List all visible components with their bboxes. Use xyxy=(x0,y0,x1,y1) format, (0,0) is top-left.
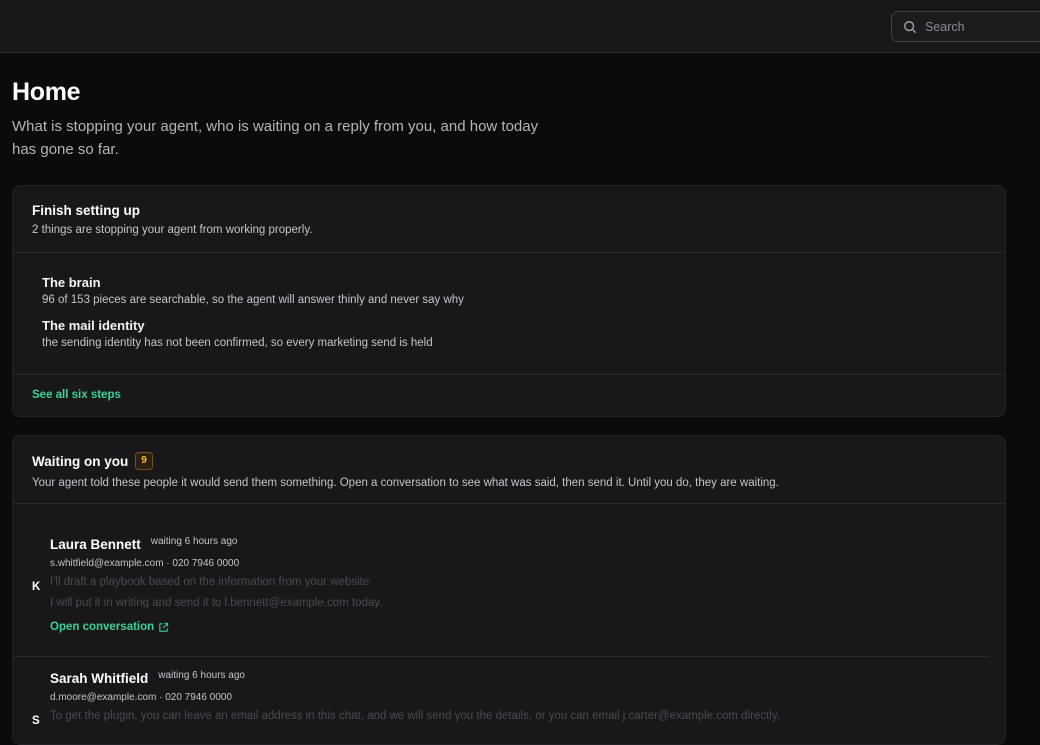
open-conversation-label: Open conversation xyxy=(50,621,155,633)
open-conversation-link[interactable]: Open conversation xyxy=(50,621,169,633)
page-title: Home xyxy=(12,78,81,106)
contact-name: Sarah Whitfield xyxy=(50,671,149,686)
search-icon xyxy=(904,20,917,33)
contact-details: s.whitfield@example.com · 020 7946 0000 xyxy=(50,558,240,569)
setup-step-list: The brain 96 of 153 pieces are searchabl… xyxy=(13,253,1005,374)
external-link-icon xyxy=(159,622,169,632)
setup-step-name: The mail identity xyxy=(42,318,145,333)
setup-step: The mail identity the sending identity h… xyxy=(42,318,976,349)
setup-step: The brain 96 of 153 pieces are searchabl… xyxy=(42,275,976,306)
waiting-conversation-item: S Sarah Whitfield waiting 6 hours ago d.… xyxy=(13,657,989,727)
waiting-conversation-item: K Laura Bennett waiting 6 hours ago s.wh… xyxy=(13,504,989,657)
page-subtitle: What is stopping your agent, who is wait… xyxy=(12,118,539,158)
setup-step-detail: 96 of 153 pieces are searchable, so the … xyxy=(42,294,464,306)
finish-setup-card: Finish setting up 2 things are stopping … xyxy=(12,185,1006,417)
search-input[interactable] xyxy=(925,19,1035,34)
message-preview: To get the plugin, you can leave an emai… xyxy=(50,710,780,722)
contact-details: d.moore@example.com · 020 7946 0000 xyxy=(50,692,232,703)
waiting-time: waiting 6 hours ago xyxy=(150,536,238,547)
top-bar xyxy=(0,0,1040,53)
see-all-steps-link[interactable]: See all six steps xyxy=(13,375,1005,415)
search-box[interactable] xyxy=(891,11,1040,42)
waiting-on-you-card: Waiting on you 9 Your agent told these p… xyxy=(12,435,1006,745)
avatar: K xyxy=(32,581,41,593)
message-preview: I'll draft a playbook based on the infor… xyxy=(50,576,373,588)
waiting-count-badge: 9 xyxy=(135,452,153,470)
setup-card-description: 2 things are stopping your agent from wo… xyxy=(32,224,313,236)
waiting-card-description: Your agent told these people it would se… xyxy=(32,477,779,489)
setup-step-detail: the sending identity has not been confir… xyxy=(42,337,433,349)
message-preview: I will put it in writing and send it to … xyxy=(50,597,383,609)
avatar: S xyxy=(32,715,40,727)
setup-card-title: Finish setting up xyxy=(32,203,140,218)
contact-name: Laura Bennett xyxy=(50,537,141,552)
waiting-time: waiting 6 hours ago xyxy=(158,670,245,681)
setup-step-name: The brain xyxy=(42,275,101,290)
waiting-card-title: Waiting on you xyxy=(32,453,129,469)
